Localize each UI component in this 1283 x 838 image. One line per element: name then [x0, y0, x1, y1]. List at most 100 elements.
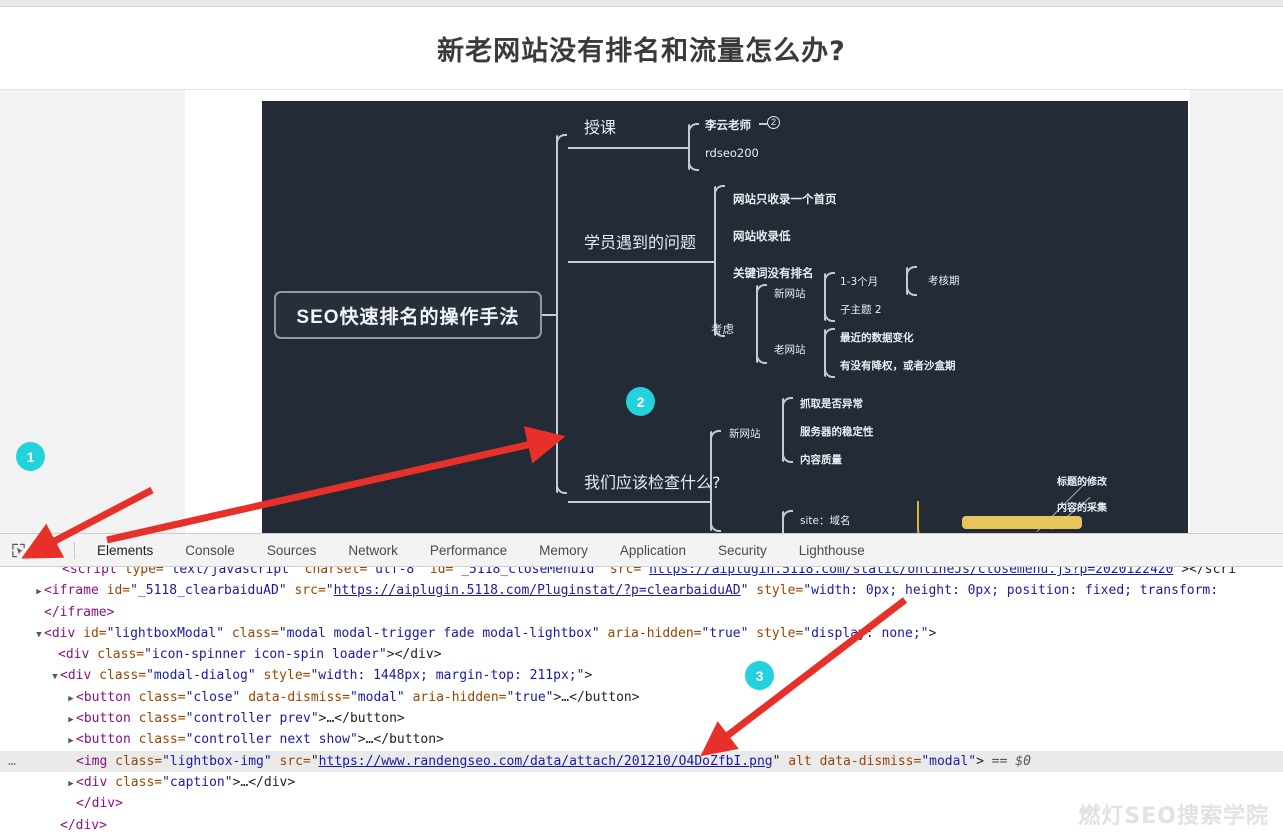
mindmap-consider-old-site-label: 老网站 [774, 344, 806, 356]
dom-value: "width: 0px; height: 0px; position: fixe… [803, 583, 1219, 599]
dom-value: "display: none;" [803, 625, 929, 641]
tab-memory[interactable]: Memory [523, 534, 604, 566]
expand-triangle[interactable]: ▶ [66, 731, 76, 752]
dom-line[interactable]: ▶</div> [0, 793, 1283, 814]
mindmap-check-new-item-2: 内容质量 [800, 454, 842, 466]
dom-tag: <button [76, 689, 131, 705]
mindmap-brace-problems [714, 185, 725, 337]
dom-value: "modal modal-trigger fade modal-lightbox… [278, 625, 600, 641]
dom-attr: class= [130, 711, 186, 727]
tab-application[interactable]: Application [604, 534, 702, 566]
dom-url-link[interactable]: https://aiplugin.5118.com/Pluginstat/?p=… [334, 583, 741, 598]
dom-value: "text/javascript" [163, 567, 297, 577]
collapse-triangle[interactable]: ▼ [50, 667, 60, 688]
dom-line[interactable]: ▶ <button class="close" data-dismiss="mod… [0, 687, 1283, 708]
dom-line[interactable]: ▶ <button class="controller prev">…</butt… [0, 708, 1283, 729]
dom-value: "controller next show" [185, 732, 358, 748]
dom-value: "_5118_clearbaiduAD" [130, 583, 287, 599]
expand-triangle: ▶ [50, 817, 60, 838]
dom-tag: <script [62, 567, 117, 577]
dom-line[interactable]: ▶</iframe> [0, 602, 1283, 623]
dom-tail: >…</div> [232, 774, 296, 790]
expand-triangle: ▶ [34, 604, 44, 625]
dom-img-src-link[interactable]: https://www.randengseo.com/data/attach/2… [319, 754, 773, 769]
dom-value: "width: 1448px; margin-top: 211px;" [310, 668, 585, 684]
mindmap-brace-new-sub [906, 266, 917, 296]
dom-line-selected[interactable]: …▶<img class="lightbox-img" src="https:/… [0, 750, 1283, 772]
dom-attr: class= [107, 753, 163, 769]
dom-value: "controller prev" [185, 711, 319, 727]
mindmap-consider-old-item-1: 有没有降权，或者沙盒期 [840, 360, 956, 372]
dom-line[interactable]: <div class="icon-spinner icon-spin loade… [0, 644, 1283, 665]
tab-elements[interactable]: Elements [81, 534, 169, 566]
mindmap-problem-item-2: 关键词没有排名 [733, 266, 814, 280]
dom-line[interactable]: ▶<script type="text/javascript" charset=… [0, 567, 1283, 580]
toolbar-divider [74, 541, 75, 559]
expand-triangle[interactable]: ▶ [66, 774, 76, 795]
dom-tag: <div [76, 774, 108, 790]
dom-tag: <img [76, 753, 108, 769]
dom-value: "icon-spinner icon-spin loader" [144, 647, 387, 663]
inspect-element-icon[interactable] [4, 537, 33, 564]
mindmap-teaching-item-0: 李云老师 [705, 118, 751, 132]
dom-value: "true" [701, 625, 749, 641]
mindmap-branch-teaching-label: 授课 [584, 118, 617, 137]
tab-security[interactable]: Security [702, 534, 783, 566]
tab-console[interactable]: Console [169, 534, 251, 566]
line-gutter-badge[interactable]: … [0, 751, 24, 772]
dom-tag: <div [58, 647, 90, 663]
dom-attr: class= [130, 732, 186, 748]
dom-attr: class= [89, 647, 145, 663]
dom-attr: id= [422, 567, 454, 577]
dom-url-link[interactable]: https://aiplugin.5118.com/static/onlineJ… [649, 567, 1173, 577]
expand-triangle[interactable]: ▶ [66, 710, 76, 731]
mindmap-teaching-item-1: rdseo200 [705, 146, 759, 160]
dom-tree[interactable]: ▶ <script type="text/javascript" charset=… [0, 567, 1283, 838]
collapse-triangle[interactable]: ▼ [34, 625, 44, 646]
dom-attr: alt [780, 753, 812, 769]
dom-tail: > [584, 668, 593, 684]
tab-performance[interactable]: Performance [414, 534, 523, 566]
mindmap-consider-new-item-1: 子主题 2 [840, 304, 882, 316]
mindmap-image[interactable]: SEO快速排名的操作手法 授课 李云老师 2 rdseo200 学员遇到的问题 … [262, 101, 1188, 533]
dom-value: "modal" [921, 753, 977, 769]
mindmap-consider-new-site-label: 新网站 [774, 288, 806, 300]
dom-value: "modal" [349, 689, 405, 705]
expand-triangle[interactable]: ▶ [66, 689, 76, 710]
dom-line[interactable]: ▶ <div class="caption">…</div> [0, 772, 1283, 793]
dom-attr: style= [748, 625, 804, 641]
dom-attr: id= [75, 625, 107, 641]
mindmap-edge [568, 501, 710, 503]
dom-tail: >…</button> [357, 732, 444, 748]
mindmap-consider-old-item-0: 最近的数据变化 [840, 332, 914, 344]
device-toolbar-icon[interactable] [37, 537, 66, 564]
dom-attr: class= [130, 689, 186, 705]
mindmap-check-new-site-label: 新网站 [729, 428, 761, 440]
dom-tag: <button [76, 711, 131, 727]
mindmap-consider-new-item-0: 1-3个月 [840, 276, 879, 288]
tab-sources[interactable]: Sources [251, 534, 333, 566]
mindmap-brace-root [556, 134, 567, 494]
dom-attr: class= [224, 625, 279, 641]
dom-line[interactable]: ▼ <div id="lightboxModal" class="modal mo… [0, 623, 1283, 644]
dom-line[interactable]: ▶ <iframe id="_5118_clearbaiduAD" src="ht… [0, 580, 1283, 601]
dom-attr: type= [116, 567, 164, 577]
dom-attr: aria-hidden= [404, 689, 507, 705]
mindmap-right-item-1: 内容的采集 [1057, 503, 1107, 514]
expand-triangle[interactable]: ▶ [34, 582, 44, 603]
mindmap-brace-teaching [688, 123, 699, 171]
tab-network[interactable]: Network [332, 534, 414, 566]
tab-lighthouse[interactable]: Lighthouse [783, 534, 881, 566]
dom-attr: class= [91, 668, 147, 684]
dom-tail: > [928, 625, 937, 641]
devtools-panel: Elements Console Sources Network Perform… [0, 533, 1283, 838]
dom-value: "_5118_closeMenuId" [453, 567, 603, 577]
dom-value: "true" [506, 689, 554, 705]
dom-line[interactable]: ▼ <div class="modal-dialog" style="width:… [0, 665, 1283, 686]
expand-triangle: ▶ [66, 795, 76, 816]
dom-line[interactable]: ▶</div> [0, 815, 1283, 836]
mindmap-brace-check-new [782, 397, 793, 463]
dom-close-tag: </div> [76, 796, 123, 812]
dom-line[interactable]: ▶ <button class="controller next show">…<… [0, 729, 1283, 750]
dom-attr: src= [286, 583, 326, 599]
